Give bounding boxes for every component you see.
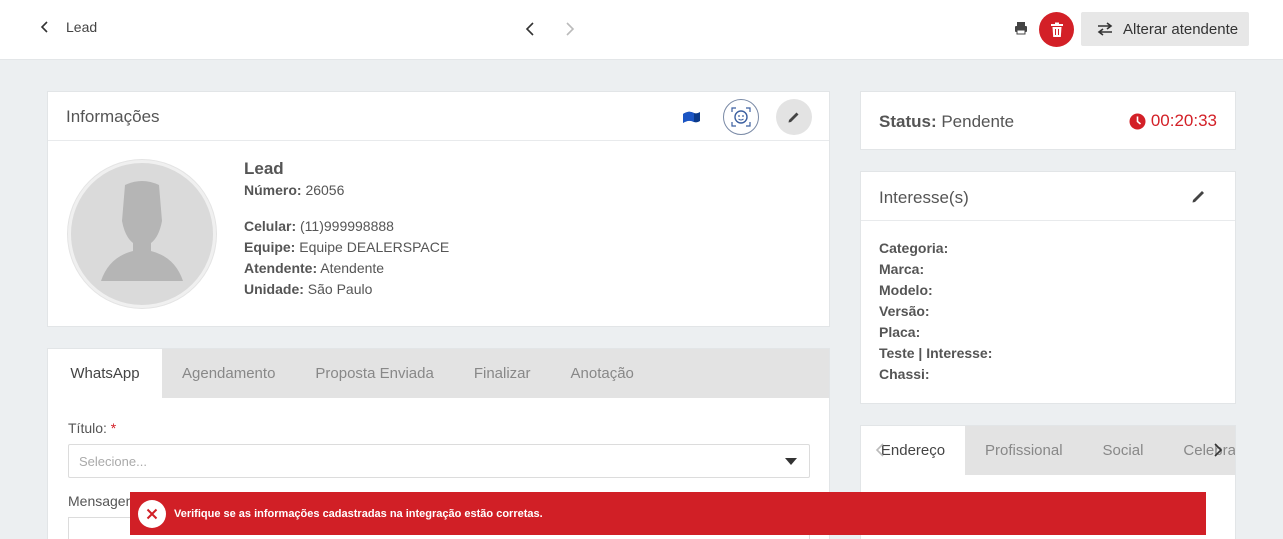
numero-label: Número: <box>244 182 302 198</box>
chevron-right-icon[interactable] <box>1213 443 1223 457</box>
timer-value: 00:20:33 <box>1150 111 1217 130</box>
tab-finalizar[interactable]: Finalizar <box>454 349 551 398</box>
tab-proposta-enviada[interactable]: Proposta Enviada <box>295 349 453 398</box>
next-record-button[interactable] <box>562 18 578 40</box>
informacoes-header: Informações <box>48 92 829 141</box>
required-mark: * <box>110 420 117 436</box>
actions-tabs-bar: WhatsApp Agendamento Proposta Enviada Fi… <box>48 349 829 398</box>
numero-value: 26056 <box>301 182 345 198</box>
teste-interesse-label: Teste | Interesse: <box>879 345 993 361</box>
record-navigation <box>522 18 578 40</box>
placa-label: Placa: <box>879 324 921 340</box>
celular-label: Celular: <box>244 218 297 234</box>
person-silhouette-icon <box>101 181 183 281</box>
error-toast: Verifique se as informações cadastradas … <box>130 492 1206 535</box>
unidade-label: Unidade: <box>244 281 304 297</box>
equipe-label: Equipe: <box>244 239 296 255</box>
lead-name: Lead <box>244 159 284 178</box>
status-card: Status: Pendente 00:20:33 <box>860 91 1236 150</box>
timer: 00:20:33 <box>1129 111 1217 131</box>
back-label: Lead <box>66 19 98 35</box>
modelo-label: Modelo: <box>879 282 933 298</box>
titulo-label-text: Título: <box>68 420 107 436</box>
trash-icon <box>1050 22 1063 37</box>
categoria-label: Categoria: <box>879 240 949 256</box>
tab-agendamento[interactable]: Agendamento <box>162 349 295 398</box>
tab-anotacao[interactable]: Anotação <box>551 349 654 398</box>
toast-message: Verifique se as informações cadastradas … <box>174 507 543 520</box>
chevron-left-icon <box>525 22 534 36</box>
numero-field: Número: 26056 <box>244 182 344 198</box>
status-value: Pendente <box>936 112 1015 131</box>
titulo-label: Título: * <box>68 420 116 436</box>
informacoes-card: Informações Lead Número: 26056 Celular: … <box>47 91 830 327</box>
delete-button[interactable] <box>1039 12 1074 47</box>
edit-info-button[interactable] <box>776 99 812 135</box>
caret-down-icon <box>785 458 797 465</box>
pencil-icon <box>788 112 799 123</box>
marca-label: Marca: <box>879 261 925 277</box>
celular-field: Celular: (11)999998888 <box>244 218 394 234</box>
face-recognition-button[interactable] <box>723 99 759 135</box>
tab-social[interactable]: Social <box>1083 426 1164 475</box>
chevron-left-icon <box>40 21 48 33</box>
swap-arrows-icon <box>1097 22 1113 36</box>
alterar-atendente-label: Alterar atendente <box>1123 20 1239 38</box>
atendente-value: Atendente <box>317 260 385 276</box>
address-tabs-bar: Endereço Profissional Social Celebra <box>861 426 1235 475</box>
previous-record-button[interactable] <box>522 18 538 40</box>
informacoes-title: Informações <box>66 107 160 126</box>
flag-icon[interactable] <box>680 106 702 128</box>
unidade-field: Unidade: São Paulo <box>244 281 372 297</box>
tab-profissional[interactable]: Profissional <box>965 426 1083 475</box>
close-icon <box>146 508 158 519</box>
celular-value: (11)999998888 <box>296 218 394 234</box>
back-button[interactable]: Lead <box>38 19 97 35</box>
equipe-value: Equipe DEALERSPACE <box>295 239 450 255</box>
equipe-field: Equipe: Equipe DEALERSPACE <box>244 239 449 255</box>
status-text: Status: Pendente <box>879 112 1014 132</box>
chevron-left-icon[interactable] <box>875 443 885 457</box>
interesses-card: Interesse(s) Categoria: Marca: Modelo: V… <box>860 171 1236 404</box>
pencil-icon[interactable] <box>1191 188 1207 204</box>
interesses-title: Interesse(s) <box>879 188 969 207</box>
tab-celebra[interactable]: Celebra <box>1163 426 1235 475</box>
versao-label: Versão: <box>879 303 930 319</box>
chassi-label: Chassi: <box>879 366 930 382</box>
status-label: Status: <box>879 112 937 131</box>
titulo-select[interactable]: Selecione... <box>68 444 810 478</box>
mensagem-label: Mensagem <box>68 493 138 509</box>
avatar <box>68 160 216 308</box>
face-scan-icon <box>731 107 751 127</box>
top-bar: Lead Alterar atendente <box>0 0 1283 60</box>
clock-icon <box>1129 113 1146 129</box>
titulo-select-placeholder: Selecione... <box>79 453 147 469</box>
alterar-atendente-button[interactable]: Alterar atendente <box>1081 12 1249 46</box>
atendente-field: Atendente: Atendente <box>244 260 384 276</box>
close-toast-button[interactable] <box>138 499 166 528</box>
interesses-header: Interesse(s) <box>861 172 1235 221</box>
unidade-value: São Paulo <box>303 281 373 297</box>
tab-whatsapp[interactable]: WhatsApp <box>48 349 162 398</box>
print-icon[interactable] <box>1012 19 1030 37</box>
atendente-label: Atendente: <box>244 260 318 276</box>
chevron-right-icon <box>566 22 575 36</box>
